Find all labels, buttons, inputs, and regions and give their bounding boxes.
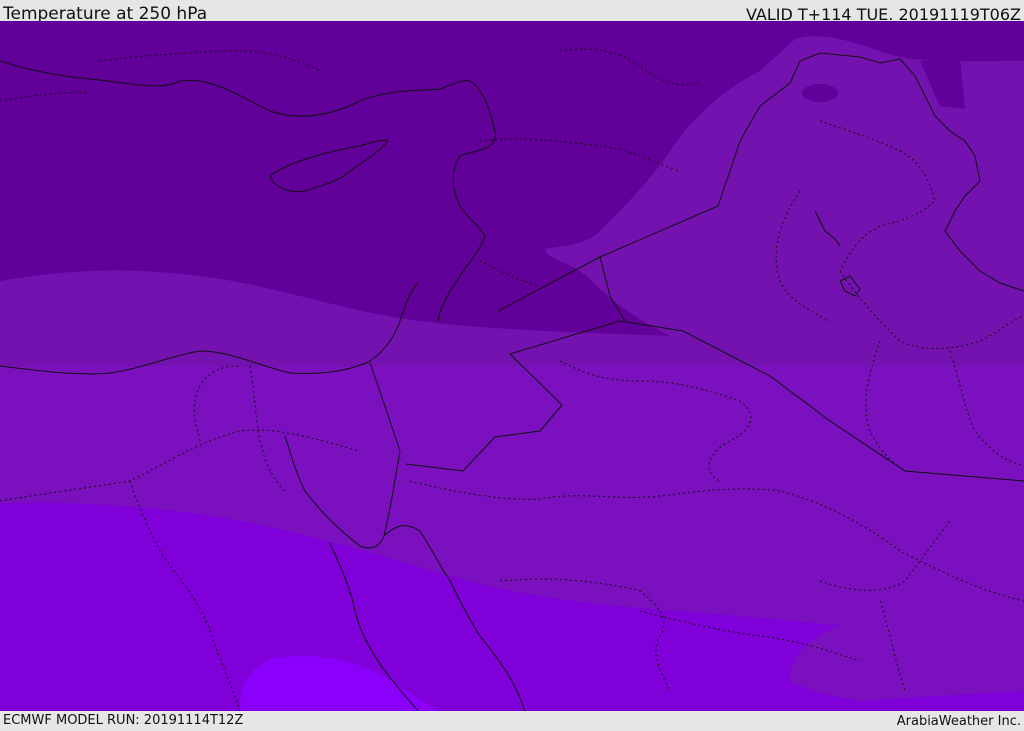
temperature-map xyxy=(0,21,1024,711)
model-run: ECMWF MODEL RUN: 20191114T12Z xyxy=(3,713,244,728)
map-footer: ECMWF MODEL RUN: 20191114T12Z ArabiaWeat… xyxy=(0,711,1024,729)
cold-pocket-1 xyxy=(802,84,838,102)
map-canvas xyxy=(0,21,1024,711)
credit: ArabiaWeather Inc. xyxy=(896,714,1021,729)
map-header: Temperature at 250 hPa VALID T+114 TUE. … xyxy=(0,0,1024,24)
